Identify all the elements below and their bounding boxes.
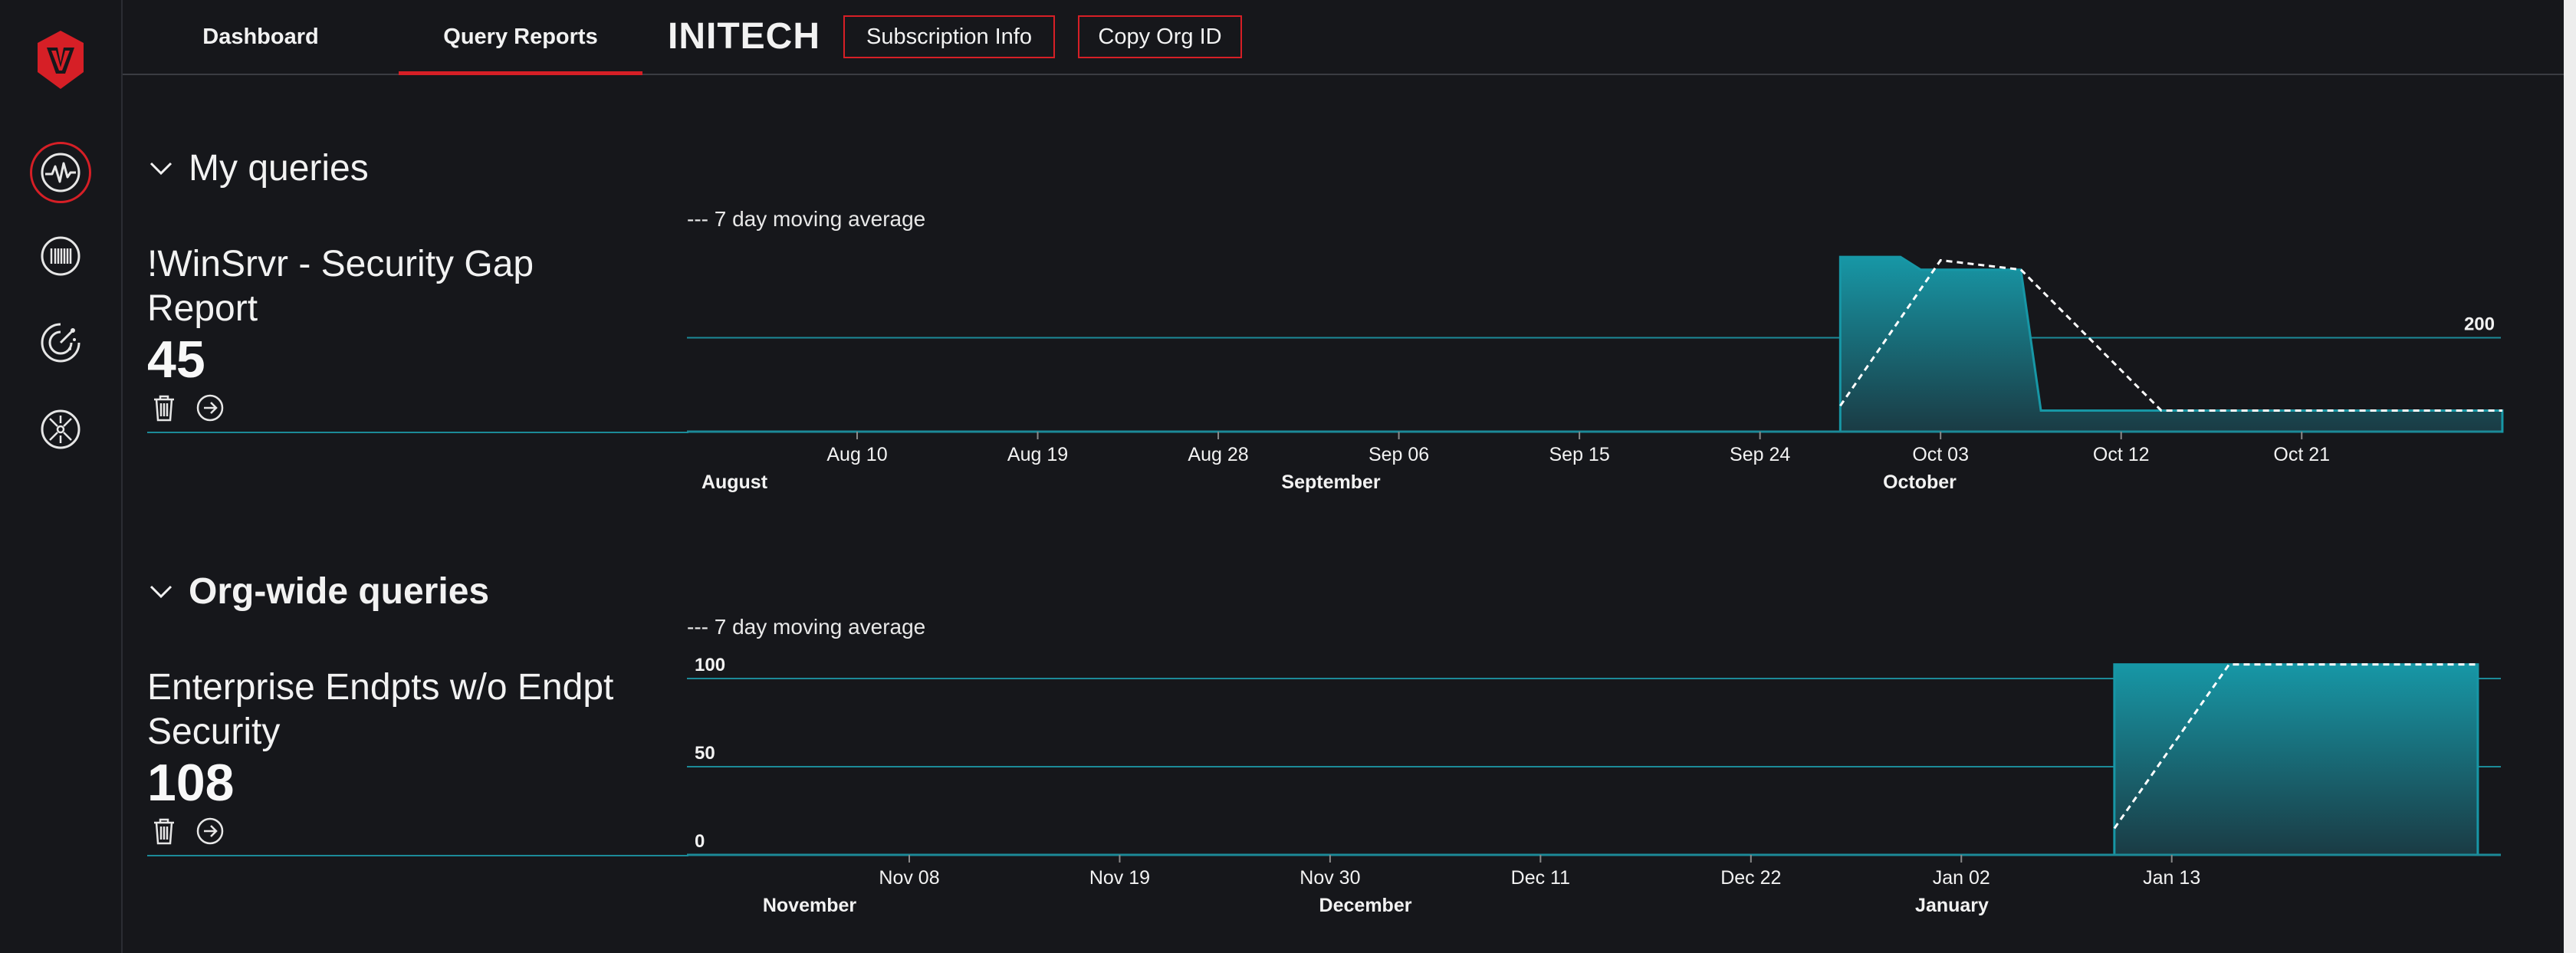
section-title: My queries — [189, 148, 369, 189]
tab-query-reports[interactable]: Query Reports — [399, 0, 642, 75]
y-tick-label: 200 — [2464, 314, 2495, 335]
top-navigation: Dashboard Query Reports — [123, 0, 2576, 75]
x-tick-label: Jan 13 — [2143, 867, 2200, 889]
sidebar-item-activity[interactable] — [30, 142, 91, 203]
moving-average-legend: --- 7 day moving average — [687, 207, 926, 231]
trash-icon[interactable] — [149, 393, 179, 423]
x-tick-label: Oct 21 — [2273, 444, 2330, 465]
copy-org-id-button[interactable]: Copy Org ID — [1078, 15, 1242, 58]
my-queries-header[interactable]: My queries — [147, 147, 369, 189]
query-count: 108 — [147, 754, 235, 812]
x-tick-label: Dec 22 — [1720, 867, 1781, 889]
divider — [147, 432, 688, 433]
query-chart: 200 Aug 10 Aug 19 Aug 28 Sep 06 Sep 15 Sep 24 O… — [687, 255, 2504, 493]
org-name: INITECH — [668, 16, 820, 57]
month-label: August — [702, 472, 768, 493]
x-tick-label: Nov 08 — [879, 867, 939, 889]
query-chart: 0 50 100 Nov 08 Nov 19 Nov 30 Dec 11 Dec 22 Jan … — [687, 655, 2501, 916]
chevron-down-icon — [150, 162, 172, 175]
x-tick-label: Oct 12 — [2093, 444, 2150, 465]
tab-dashboard[interactable]: Dashboard — [169, 0, 353, 74]
series-area — [1838, 255, 2504, 433]
sidebar — [0, 0, 123, 953]
y-tick-label: 50 — [695, 743, 715, 764]
arrow-right-circle-icon[interactable] — [195, 816, 225, 846]
x-tick-label: Dec 11 — [1511, 867, 1570, 889]
query-title: !WinSrvr - Security Gap Report — [147, 244, 534, 329]
x-tick-label: Aug 28 — [1188, 444, 1248, 465]
radar-icon — [41, 323, 80, 363]
moving-average-legend: --- 7 day moving average — [687, 615, 926, 639]
query-count: 45 — [147, 330, 205, 389]
barcode-icon — [41, 236, 80, 276]
x-tick-label: Sep 24 — [1730, 444, 1790, 465]
org-queries-header[interactable]: Org-wide queries — [147, 570, 489, 613]
month-label: January — [1915, 895, 1989, 916]
x-tick-label: Nov 30 — [1300, 867, 1360, 889]
divider — [147, 855, 688, 856]
query-title: Enterprise Endpts w/o Endpt Security — [147, 667, 614, 752]
month-label: October — [1883, 472, 1957, 493]
x-tick-label: Oct 03 — [1912, 444, 1969, 465]
month-label: December — [1319, 895, 1412, 916]
x-tick-label: Sep 06 — [1368, 444, 1429, 465]
month-label: November — [763, 895, 857, 916]
series-area — [2113, 663, 2479, 856]
arrow-right-circle-icon[interactable] — [195, 393, 225, 423]
sidebar-item-assets[interactable] — [34, 230, 87, 282]
month-label: September — [1281, 472, 1380, 493]
x-tick-label: Aug 10 — [826, 444, 887, 465]
x-tick-label: Jan 02 — [1933, 867, 1990, 889]
scrollbar[interactable] — [2564, 0, 2576, 953]
x-tick-label: Aug 19 — [1007, 444, 1068, 465]
trash-icon[interactable] — [149, 816, 179, 846]
y-tick-label: 100 — [695, 655, 725, 675]
y-tick-label: 0 — [695, 831, 705, 852]
brand-logo-icon[interactable] — [34, 29, 87, 90]
sidebar-item-explorer[interactable] — [34, 403, 87, 455]
subscription-info-button[interactable]: Subscription Info — [843, 15, 1055, 58]
x-tick-label: Nov 19 — [1089, 867, 1150, 889]
section-title: Org-wide queries — [189, 571, 490, 612]
network-hub-icon — [41, 409, 80, 449]
x-tick-label: Sep 15 — [1549, 444, 1609, 465]
pulse-icon — [41, 153, 80, 192]
sidebar-item-scans[interactable] — [34, 317, 87, 369]
chevron-down-icon — [150, 585, 172, 598]
